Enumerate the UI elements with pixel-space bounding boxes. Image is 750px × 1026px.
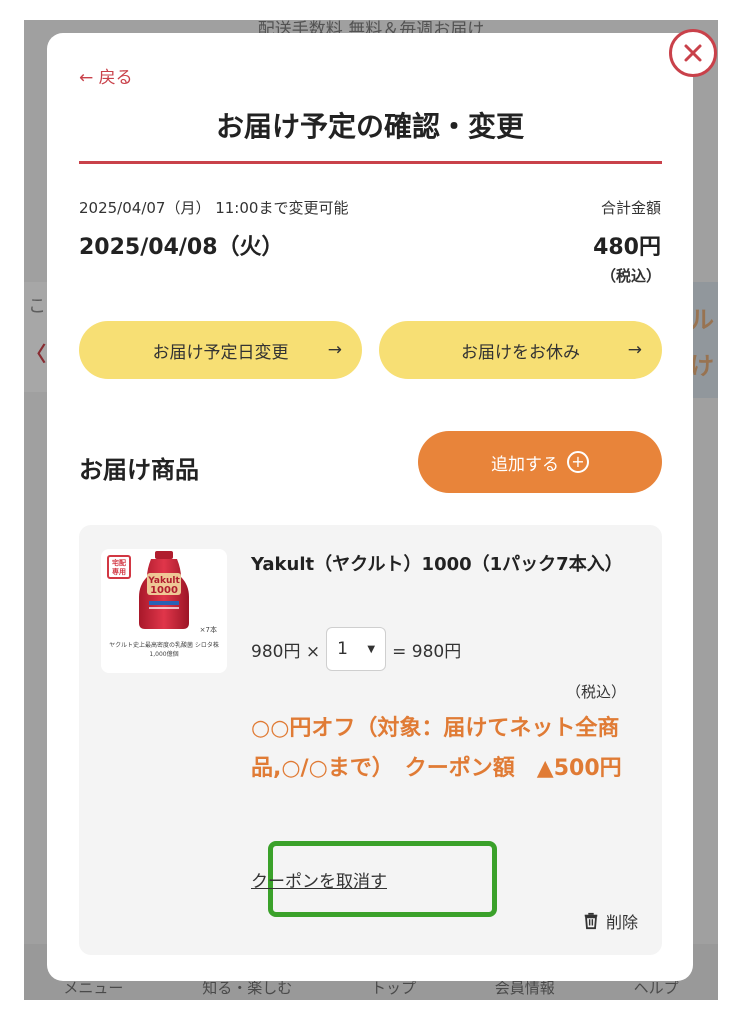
product-card: 宅配専用 Yakult 1000 ×7本 ヤクルト史上最高密度の乳酸菌 シロタ株… [79,525,662,955]
close-icon [684,44,702,62]
quantity-select[interactable]: 1 ▼ [326,627,387,671]
change-delivery-date-button[interactable]: お届け予定日変更 → [79,321,362,379]
unit-price: 980円 × [251,641,321,662]
change-deadline: 2025/04/07（月） 11:00まで変更可能 [79,199,349,217]
delete-label: 削除 [605,913,638,932]
quantity-value: 1 [337,639,348,659]
arrow-right-icon: → [627,340,642,360]
product-name: Yakult（ヤクルト）1000（1パック7本入） [251,554,623,575]
svg-text:1000: 1000 [150,585,178,596]
coupon-info: ○○円オフ（対象：届けてネット全商品,○/○まで） クーポン額 ▲500円 [251,716,622,781]
product-image-caption: ヤクルト史上最高密度の乳酸菌 シロタ株 1,000億個 [109,642,219,658]
close-modal-button[interactable] [669,29,717,77]
modal-title: お届け予定の確認・変更 [215,110,524,143]
cancel-coupon-link[interactable]: クーポンを取消す [251,867,387,892]
add-item-label: 追加する [491,454,559,475]
back-link[interactable]: ← 戻る [79,63,133,88]
price-row: 980円 × 1 ▼ = 980円 [251,627,461,671]
total-amount: 480円 [593,235,661,260]
skip-delivery-label: お届けをお休み [461,342,580,363]
total-label: 合計金額 [600,199,661,217]
change-delivery-date-label: お届け予定日変更 [152,342,289,363]
price-tax-label: （税込） [565,683,626,701]
total-tax-label: （税込） [600,267,661,285]
arrow-right-icon: → [327,340,342,360]
trash-icon [584,912,598,930]
delete-item-button[interactable]: 削除 [582,909,638,933]
delivery-confirm-modal: ← 戻る お届け予定の確認・変更 2025/04/07（月） 11:00まで変更… [47,33,693,981]
delivery-date: 2025/04/08（火） [79,235,284,260]
line-total: = 980円 [392,641,462,662]
skip-delivery-button[interactable]: お届けをお休み → [379,321,662,379]
plus-circle-icon: + [567,451,589,473]
delivery-items-heading: お届け商品 [79,456,199,484]
pack-count: ×7本 [199,626,217,634]
caret-down-icon: ▼ [367,643,376,655]
add-item-button[interactable]: 追加する + [418,431,662,493]
title-divider [79,161,662,164]
product-image: 宅配専用 Yakult 1000 ×7本 ヤクルト史上最高密度の乳酸菌 シロタ株… [101,549,227,673]
